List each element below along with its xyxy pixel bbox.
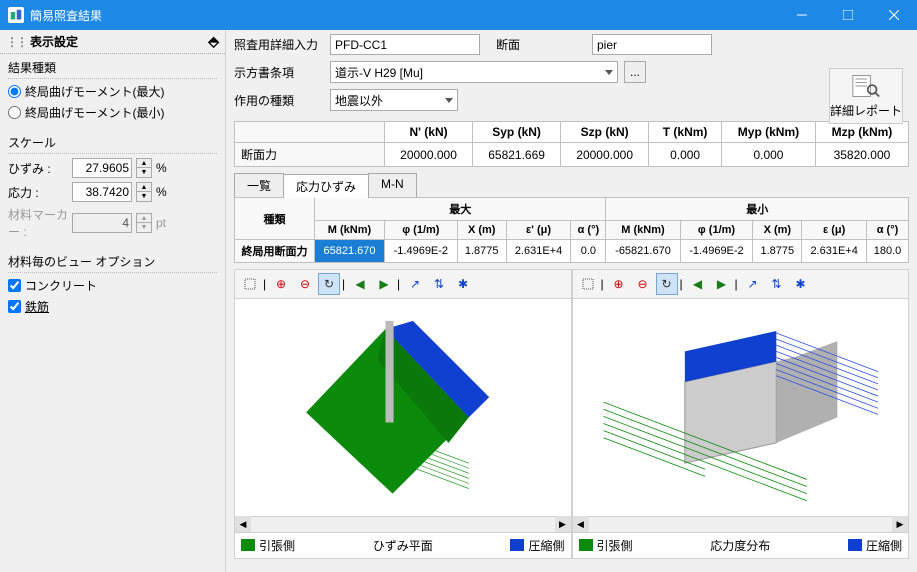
stress-spinner[interactable]: ▲▼ — [136, 182, 152, 202]
action-combo[interactable]: 地震以外 — [330, 89, 458, 111]
marker-unit: pt — [156, 216, 166, 230]
radio-min-label: 終局曲げモーメント(最小) — [25, 104, 165, 121]
fit-icon[interactable] — [577, 273, 599, 295]
strain-unit: % — [156, 161, 167, 175]
strain-plane-viewer: | ⊕ ⊖ ↻ | ◀ ▶ | ↗ ⇅ ✱ — [234, 269, 572, 559]
viewer2-hscroll[interactable]: ◀▶ — [573, 516, 909, 532]
forward-icon[interactable]: ▶ — [373, 273, 395, 295]
radio-max-label: 終局曲げモーメント(最大) — [25, 83, 165, 100]
close-button[interactable] — [871, 0, 917, 30]
zoom-out-icon[interactable]: ⊖ — [632, 273, 654, 295]
axis1-icon[interactable]: ↗ — [742, 273, 764, 295]
app-icon — [8, 7, 24, 23]
action-label: 作用の種類 — [234, 92, 324, 109]
marker-spinner: ▲▼ — [136, 213, 152, 233]
pin-icon[interactable]: ⬘ — [208, 33, 219, 50]
axis3-icon[interactable]: ✱ — [452, 273, 474, 295]
report-icon — [852, 74, 880, 98]
tab-mn[interactable]: M-N — [368, 173, 417, 197]
rotate-icon[interactable]: ↻ — [318, 273, 340, 295]
axis2-icon[interactable]: ⇅ — [428, 273, 450, 295]
sidebar-title: ⋮⋮表示設定 ⬘ — [0, 30, 225, 54]
viewer1-legend: 引張側 ひずみ平面 圧縮側 — [235, 532, 571, 558]
check-rebar-label: 鉄筋 — [25, 298, 49, 315]
stress-input[interactable] — [72, 182, 132, 202]
stress-dist-canvas[interactable] — [573, 299, 909, 516]
forward-icon[interactable]: ▶ — [711, 273, 733, 295]
axis2-icon[interactable]: ⇅ — [766, 273, 788, 295]
back-icon[interactable]: ◀ — [687, 273, 709, 295]
zoom-in-icon[interactable]: ⊕ — [608, 273, 630, 295]
viewer2-legend: 引張側 応力度分布 圧縮側 — [573, 532, 909, 558]
radio-max[interactable] — [8, 85, 21, 98]
zoom-out-icon[interactable]: ⊖ — [294, 273, 316, 295]
marker-label: 材料マーカー : — [8, 206, 68, 240]
strain-input[interactable] — [72, 158, 132, 178]
detailed-report-button[interactable]: 詳細レポート — [829, 68, 903, 124]
stress-dist-viewer: | ⊕ ⊖ ↻ | ◀ ▶ | ↗ ⇅ ✱ — [572, 269, 910, 559]
main-panel: 詳細レポート 照査用詳細入力 断面 示方書条項 道示-V H29 [Mu] ..… — [226, 30, 917, 572]
tab-summary[interactable]: 一覧 — [234, 173, 284, 197]
sidebar: ⋮⋮表示設定 ⬘ 結果種類 終局曲げモーメント(最大) 終局曲げモーメント(最小… — [0, 30, 226, 572]
group-result-title: 結果種類 — [8, 57, 217, 79]
group-view-title: 材料毎のビュー オプション — [8, 251, 217, 273]
viewer2-toolbar: | ⊕ ⊖ ↻ | ◀ ▶ | ↗ ⇅ ✱ — [573, 270, 909, 299]
strain-label: ひずみ : — [8, 160, 68, 177]
axis3-icon[interactable]: ✱ — [790, 273, 812, 295]
input-label: 照査用詳細入力 — [234, 36, 324, 53]
titlebar: 簡易照査結果 — [0, 0, 917, 30]
section-label: 断面 — [496, 36, 586, 53]
check-rebar[interactable] — [8, 300, 21, 313]
maximize-button[interactable] — [825, 0, 871, 30]
spec-label: 示方書条項 — [234, 64, 324, 81]
stress-label: 応力 : — [8, 184, 68, 201]
rotate-icon[interactable]: ↻ — [656, 273, 678, 295]
back-icon[interactable]: ◀ — [349, 273, 371, 295]
result-tabs: 一覧 応力ひずみ M-N — [234, 173, 909, 198]
zoom-in-icon[interactable]: ⊕ — [270, 273, 292, 295]
stress-unit: % — [156, 185, 167, 199]
tab-stress-strain[interactable]: 応力ひずみ — [283, 174, 369, 198]
strain-spinner[interactable]: ▲▼ — [136, 158, 152, 178]
viewer1-hscroll[interactable]: ◀▶ — [235, 516, 571, 532]
spec-more-button[interactable]: ... — [624, 61, 646, 83]
check-concrete[interactable] — [8, 279, 21, 292]
window-title: 簡易照査結果 — [30, 7, 779, 24]
force-table: N' (kN) Syp (kN) Szp (kN) T (kNm) Myp (k… — [234, 121, 909, 167]
marker-input — [72, 213, 132, 233]
viewer1-toolbar: | ⊕ ⊖ ↻ | ◀ ▶ | ↗ ⇅ ✱ — [235, 270, 571, 299]
radio-min[interactable] — [8, 106, 21, 119]
minimize-button[interactable] — [779, 0, 825, 30]
input-field[interactable] — [330, 34, 480, 55]
spec-combo[interactable]: 道示-V H29 [Mu] — [330, 61, 618, 83]
section-field[interactable] — [592, 34, 712, 55]
strain-plane-canvas[interactable] — [235, 299, 571, 516]
axis1-icon[interactable]: ↗ — [404, 273, 426, 295]
result-table: 種類 最大 最小 M (kNm)φ (1/m)X (m)ε' (μ)α (°) … — [234, 197, 909, 263]
fit-icon[interactable] — [239, 273, 261, 295]
check-concrete-label: コンクリート — [25, 277, 97, 294]
group-scale-title: スケール — [8, 132, 217, 154]
